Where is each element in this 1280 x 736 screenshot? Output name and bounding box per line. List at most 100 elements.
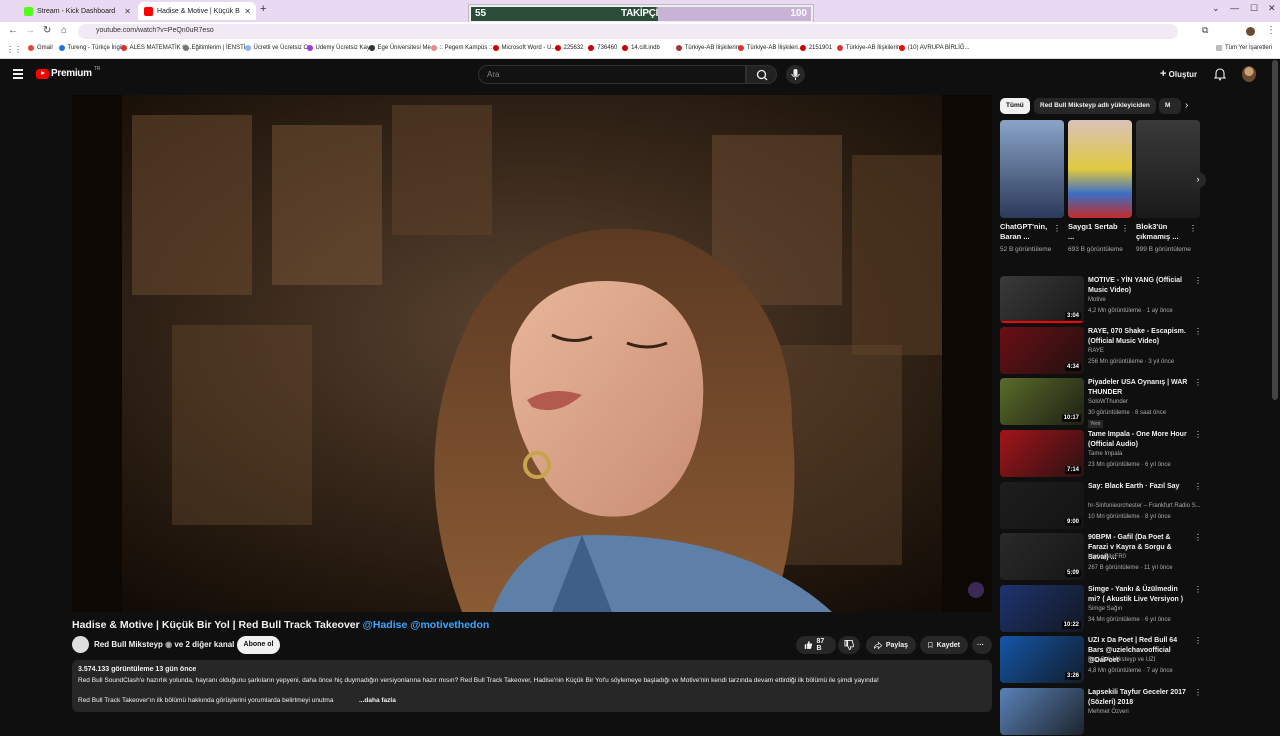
new-tab-button[interactable]: + — [260, 3, 266, 15]
video-menu-icon[interactable]: ⋮ — [1194, 688, 1202, 697]
profile-icon[interactable] — [1246, 27, 1255, 36]
short-card[interactable]: ChatGPT'nin, Baran ... 52 B görüntüleme … — [1000, 120, 1064, 254]
video-channel[interactable]: Motive — [1088, 297, 1106, 303]
recommended-video[interactable]: 7:14 Tame Impala - One More Hour (Officia… — [1000, 430, 1202, 478]
recommended-video[interactable]: 3:26 UZI x Da Poet | Red Bull 64 Bars @uz… — [1000, 636, 1202, 684]
dislike-button[interactable] — [838, 636, 860, 654]
chip-more[interactable]: M — [1159, 98, 1181, 114]
video-channel[interactable]: Red Bull Mikstеyp ve UZI — [1088, 657, 1155, 663]
channel-name[interactable]: Red Bull Mikstеyp — [94, 640, 163, 649]
subscribe-button[interactable]: Abone ol — [237, 636, 280, 654]
maximize-icon[interactable]: ☐ — [1250, 3, 1258, 14]
channel-watermark-icon[interactable] — [968, 582, 984, 598]
short-title[interactable]: Blok3'ün çıkmamış ... — [1136, 222, 1190, 242]
short-card[interactable]: Saygı1 Sertab ... 693 B görüntüleme ⋮ — [1068, 120, 1132, 254]
notifications-bell-icon[interactable] — [1214, 67, 1226, 81]
account-avatar[interactable] — [1242, 66, 1256, 82]
create-button[interactable]: + Oluştur — [1160, 68, 1197, 80]
channel-suffix[interactable]: ve 2 diğer kanal — [174, 640, 234, 649]
bookmark-item[interactable]: 2151901 — [799, 45, 832, 51]
video-thumbnail[interactable]: 3:04 — [1000, 276, 1084, 323]
menu-icon[interactable]: ⋮ — [1266, 25, 1276, 36]
save-button[interactable]: Kaydet — [920, 636, 968, 654]
short-thumbnail[interactable] — [1068, 120, 1132, 218]
bookmark-item[interactable]: (10) AVRUPA BİRLİĞ... — [898, 45, 970, 51]
share-button[interactable]: Paylaş — [866, 636, 916, 654]
bookmark-item[interactable]: Ücretli ve Ücretsiz O... — [244, 45, 313, 51]
video-thumbnail[interactable]: 7:14 — [1000, 430, 1084, 477]
bookmark-item[interactable]: Microsoft Word - U... — [492, 45, 556, 51]
page-scrollbar[interactable] — [1272, 60, 1278, 400]
chips-next-icon[interactable]: › — [1185, 100, 1188, 111]
bookmark-item[interactable]: 14.cilt.indb — [622, 45, 660, 51]
bookmark-item[interactable]: Ege Üniversitesi Me... — [368, 45, 436, 51]
search-button[interactable] — [746, 65, 777, 84]
video-menu-icon[interactable]: ⋮ — [1194, 378, 1202, 387]
close-tab-icon[interactable]: ✕ — [124, 7, 131, 16]
video-menu-icon[interactable]: ⋮ — [1194, 430, 1202, 439]
short-thumbnail[interactable] — [1136, 120, 1200, 218]
video-menu-icon[interactable]: ⋮ — [1194, 327, 1202, 336]
recommended-video[interactable]: 10:17 Piyadeler USA Oynanış | WAR THUNDER… — [1000, 378, 1202, 428]
forward-icon[interactable]: → — [25, 25, 35, 36]
short-thumbnail[interactable] — [1000, 120, 1064, 218]
video-channel[interactable]: SoloWThunder — [1088, 399, 1128, 405]
bookmark-item[interactable]: Udemy Ücretsiz Kay... — [306, 45, 374, 51]
video-menu-icon[interactable]: ⋮ — [1194, 276, 1202, 285]
bookmark-item[interactable]: Tureng - Türkçe İngil... — [58, 45, 128, 51]
video-channel[interactable]: Tame Impala — [1088, 451, 1122, 457]
video-thumbnail[interactable]: 10:17 — [1000, 378, 1084, 425]
hamburger-menu-icon[interactable] — [13, 69, 23, 81]
video-channel[interactable]: hr-Sinfonieorchester – Frankfurt Radio S… — [1088, 503, 1201, 509]
apps-icon[interactable]: ⋮⋮ — [6, 45, 22, 54]
back-icon[interactable]: ← — [8, 25, 18, 36]
video-menu-icon[interactable]: ⋮ — [1194, 636, 1202, 645]
channel-avatar[interactable] — [72, 636, 89, 653]
recommended-video[interactable]: 3:04 MOTIVE - YİN YANG (Official Music Vi… — [1000, 276, 1202, 324]
video-thumbnail[interactable]: 10:22 — [1000, 585, 1084, 632]
bookmark-item[interactable]: Türkiye-AB İlişkilerin... — [675, 45, 744, 51]
close-tab-icon[interactable]: ✕ — [244, 7, 251, 16]
extensions-icon[interactable]: ⧉ — [1202, 25, 1208, 36]
video-thumbnail[interactable]: 5:09 — [1000, 533, 1084, 580]
bookmark-item[interactable]: 225632 — [554, 45, 584, 51]
url-input[interactable]: youtube.com/watch?v=PeQn0uR7eso — [78, 24, 1178, 39]
video-title[interactable]: Simge - Yankı & Üzülmedin mi? ( Akustik … — [1088, 585, 1190, 605]
short-menu-icon[interactable]: ⋮ — [1053, 224, 1061, 233]
video-title[interactable]: Say: Black Earth · Fazıl Say — [1088, 482, 1190, 492]
bookmark-item[interactable]: Eğitimlerim | İENSTİ... — [182, 45, 250, 51]
short-title[interactable]: ChatGPT'nin, Baran ... — [1000, 222, 1054, 242]
short-menu-icon[interactable]: ⋮ — [1121, 224, 1129, 233]
bookmark-item[interactable]: ALES MATEMATİK K... — [120, 45, 191, 51]
video-channel[interactable]: Mehmet Özveri — [1088, 709, 1129, 715]
reload-icon[interactable]: ↻ — [43, 25, 51, 36]
like-button[interactable]: 87 B — [796, 636, 836, 654]
tab-search-icon[interactable]: ⌄ — [1212, 3, 1220, 14]
bookmark-item[interactable]: 736460 — [588, 45, 617, 51]
short-menu-icon[interactable]: ⋮ — [1189, 224, 1197, 233]
video-title[interactable]: RAYE, 070 Shake - Escapism. (Official Mu… — [1088, 327, 1190, 347]
chip-all[interactable]: Tümü — [1000, 98, 1030, 114]
video-title[interactable]: Lapsekili Tayfur Geceler 2017 (Sözleri) … — [1088, 688, 1190, 708]
video-mentions[interactable]: @Hadise @motivethedon — [363, 619, 490, 631]
youtube-premium-logo[interactable]: Premium TR — [36, 66, 100, 79]
video-thumbnail[interactable]: 4:34 — [1000, 327, 1084, 374]
all-bookmarks[interactable]: Tüm Yer İşaretleri — [1216, 45, 1272, 51]
shorts-next-arrow-icon[interactable]: › — [1190, 172, 1206, 188]
chip-from-uploader[interactable]: Red Bull Mikstеyp adlı yükleyiciden — [1034, 98, 1156, 114]
recommended-video[interactable]: 4:34 RAYE, 070 Shake - Escapism. (Officia… — [1000, 327, 1202, 375]
video-thumbnail[interactable]: 3:26 — [1000, 636, 1084, 683]
minimize-icon[interactable]: — — [1230, 3, 1239, 13]
search-input[interactable]: Ara — [478, 65, 746, 84]
recommended-video[interactable]: 9:00 Say: Black Earth · Fazıl Say hr-Sinfo… — [1000, 482, 1202, 530]
bookmark-item[interactable]: Türkiye-AB İlişkileri... — [737, 45, 803, 51]
bookmark-item[interactable]: Türkiye-AB İlişkilerin... — [836, 45, 905, 51]
short-title[interactable]: Saygı1 Sertab ... — [1068, 222, 1122, 242]
recommended-video[interactable]: 10:22 Simge - Yankı & Üzülmedin mi? ( Aku… — [1000, 585, 1202, 633]
video-channel[interactable]: Simge Sağın — [1088, 606, 1122, 612]
description-box[interactable]: 3.574.133 görüntüleme 13 gün önce Red Bu… — [72, 660, 992, 712]
recommended-video[interactable]: Lapsekili Tayfur Geceler 2017 (Sözleri) … — [1000, 688, 1202, 736]
channel-name-row[interactable]: Red Bull Mikstеyp ◉ ve 2 diğer kanal — [94, 640, 234, 649]
short-card[interactable]: Blok3'ün çıkmamış ... 999 B görüntüleme … — [1136, 120, 1200, 254]
video-title[interactable]: Tame Impala - One More Hour (Official Au… — [1088, 430, 1190, 450]
